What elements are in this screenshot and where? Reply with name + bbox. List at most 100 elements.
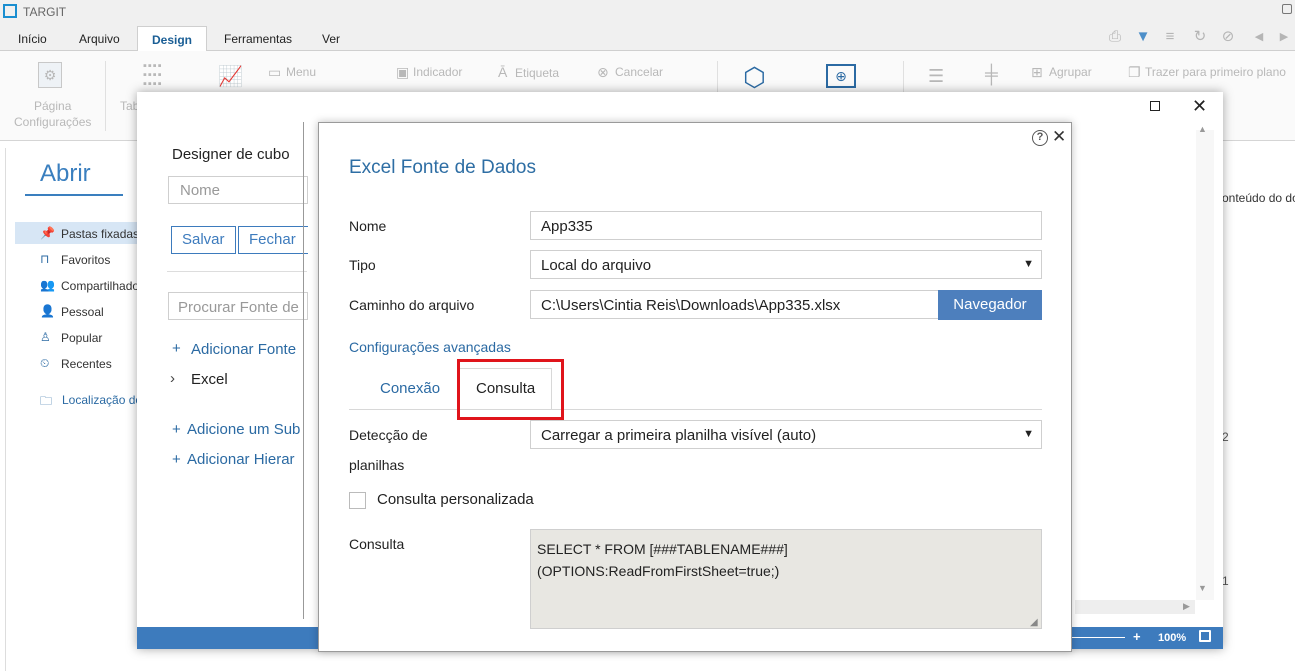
custom-query-label[interactable]: Consulta personalizada — [377, 491, 534, 508]
indicator-icon[interactable]: ▣ — [396, 64, 409, 81]
close-dialog-icon[interactable]: ✕ — [1052, 127, 1066, 147]
horizontal-scrollbar[interactable] — [1075, 600, 1195, 614]
vertical-scrollbar[interactable] — [1196, 130, 1214, 600]
menu-icon[interactable]: ▭ — [268, 64, 281, 81]
path-label: Caminho do arquivo — [349, 297, 475, 313]
page-label: Página — [34, 99, 72, 113]
tab-design[interactable]: Design — [137, 26, 207, 52]
help-icon[interactable]: ? — [1032, 130, 1048, 146]
add-source-link[interactable]: Adicionar Fonte — [191, 341, 296, 358]
dropdown-arrow-icon: ▼ — [1023, 258, 1034, 270]
tab-connection[interactable]: Conexão — [380, 380, 440, 397]
group-icon[interactable]: ⊞ — [1031, 64, 1043, 81]
advanced-settings-link[interactable]: Configurações avançadas — [349, 339, 511, 355]
refresh-icon[interactable]: ↻ — [1192, 29, 1208, 45]
app-logo-icon — [3, 4, 17, 18]
person-icon: 👤 — [40, 304, 55, 318]
query-textarea[interactable]: SELECT * FROM [###TABLENAME###] (OPTIONS… — [530, 529, 1042, 629]
nav-recent[interactable]: Recentes — [61, 357, 112, 371]
close-button[interactable]: Fechar — [238, 226, 308, 254]
panel-divider — [303, 122, 304, 619]
cube-name-input[interactable]: Nome — [168, 176, 308, 204]
scroll-right-icon[interactable]: ▶ — [1183, 601, 1190, 612]
add-sub-link[interactable]: Adicione um Sub — [187, 421, 300, 438]
restore-window-icon[interactable] — [1282, 4, 1292, 14]
add-hier-plus-icon[interactable]: + — [172, 451, 181, 468]
chart-icon[interactable]: 📈 — [218, 64, 243, 89]
sheet-detection-label: Detecção de — [349, 427, 428, 443]
fit-screen-icon[interactable] — [1199, 630, 1211, 642]
clear-filter-icon[interactable]: ⊘ — [1220, 29, 1236, 45]
browse-button[interactable]: Navegador — [938, 290, 1042, 320]
tab-ferramentas[interactable]: Ferramentas — [224, 32, 292, 46]
indicator-label[interactable]: Indicador — [413, 65, 462, 79]
query-label: Consulta — [349, 536, 405, 552]
pin-icon: 📌 — [40, 226, 55, 240]
zoom-value: 100% — [1158, 632, 1187, 644]
name-placeholder: Nome — [180, 182, 221, 199]
back-icon[interactable]: ◀ — [1251, 29, 1267, 45]
open-heading[interactable]: Abrir — [40, 160, 91, 188]
app-title: TARGIT — [23, 5, 67, 19]
align-right-icon[interactable]: ☰ — [928, 66, 944, 87]
cancel-label[interactable]: Cancelar — [615, 65, 663, 79]
cube-designer-title: Designer de cubo — [172, 146, 290, 163]
filter-list-icon[interactable]: ≡ — [1162, 29, 1178, 45]
label-icon[interactable]: Ā — [498, 64, 507, 80]
nav-location[interactable]: Localização do — [62, 393, 142, 407]
align-center-icon[interactable]: ╪ — [985, 64, 998, 85]
divider — [167, 271, 307, 272]
zoom-in-icon[interactable]: + — [1133, 629, 1141, 644]
highlight-box — [457, 359, 564, 420]
table-grid-icon[interactable]: ▪▪▪▪ ▪▪▪▪ ▪▪▪▪ — [143, 61, 163, 90]
resize-grip-icon[interactable]: ◢ — [1030, 617, 1038, 628]
label-label[interactable]: Etiqueta — [515, 66, 559, 80]
scroll-up-icon[interactable]: ▲ — [1198, 124, 1207, 134]
print-icon[interactable]: ⎙ — [1107, 29, 1123, 45]
tab-inicio[interactable]: Início — [18, 32, 47, 46]
zoom-slider[interactable] — [1070, 637, 1125, 638]
scroll-down-icon[interactable]: ▼ — [1198, 583, 1207, 593]
open-underline — [25, 194, 123, 196]
sheet-detection-label-2: planilhas — [349, 457, 405, 473]
nav-pinned[interactable]: Pastas fixadas — [61, 227, 139, 241]
filter-icon[interactable]: ▼ — [1135, 29, 1151, 45]
sheet-detection-select[interactable]: Carregar a primeira planilha visível (au… — [530, 420, 1042, 449]
add-source-plus-icon[interactable]: + — [172, 340, 181, 357]
nav-favorites[interactable]: Favoritos — [61, 253, 110, 267]
type-select[interactable]: Local do arquivo ▼ — [530, 250, 1042, 279]
custom-query-checkbox[interactable] — [349, 492, 366, 509]
cube-icon[interactable]: ⬡ — [743, 62, 766, 93]
name-field[interactable]: App335 — [530, 211, 1042, 240]
cancel-icon[interactable]: ⊗ — [597, 64, 609, 81]
config-label: Configurações — [14, 115, 92, 129]
query-line-2: (OPTIONS:ReadFromFirstSheet=true;) — [537, 563, 780, 579]
menu-label[interactable]: Menu — [286, 65, 316, 79]
nav-shared[interactable]: Compartilhado — [61, 279, 139, 293]
tab-divider — [349, 409, 1042, 410]
popular-icon: ♙ — [40, 330, 51, 344]
search-placeholder: Procurar Fonte de — [178, 299, 299, 316]
location-folder-icon: 🗀 — [40, 394, 53, 408]
maximize-icon[interactable] — [1150, 101, 1160, 111]
background-number: 1 — [1222, 574, 1229, 588]
add-sub-plus-icon[interactable]: + — [172, 421, 181, 438]
tab-arquivo[interactable]: Arquivo — [79, 32, 120, 46]
add-hierarchy-link[interactable]: Adicionar Hierar — [187, 451, 295, 468]
tree-item-excel[interactable]: Excel — [191, 371, 228, 388]
page-settings-icon[interactable]: ⚙ — [38, 62, 62, 88]
bring-front-label[interactable]: Trazer para primeiro plano — [1145, 65, 1286, 79]
search-source-input[interactable]: Procurar Fonte de — [168, 292, 308, 320]
recent-icon: ⏲ — [40, 356, 50, 370]
nav-personal[interactable]: Pessoal — [61, 305, 104, 319]
nav-popular[interactable]: Popular — [61, 331, 102, 345]
close-icon[interactable]: ✕ — [1192, 96, 1207, 117]
path-field[interactable]: C:\Users\Cintia Reis\Downloads\App335.xl… — [530, 290, 939, 319]
forward-icon[interactable]: ▶ — [1276, 29, 1292, 45]
save-button[interactable]: Salvar — [171, 226, 236, 254]
chevron-right-icon[interactable]: › — [170, 370, 175, 387]
group-label[interactable]: Agrupar — [1049, 65, 1092, 79]
tab-ver[interactable]: Ver — [322, 32, 340, 46]
add-folder-icon[interactable]: ⊕ — [826, 64, 856, 88]
bring-front-icon[interactable]: ❐ — [1128, 64, 1141, 81]
